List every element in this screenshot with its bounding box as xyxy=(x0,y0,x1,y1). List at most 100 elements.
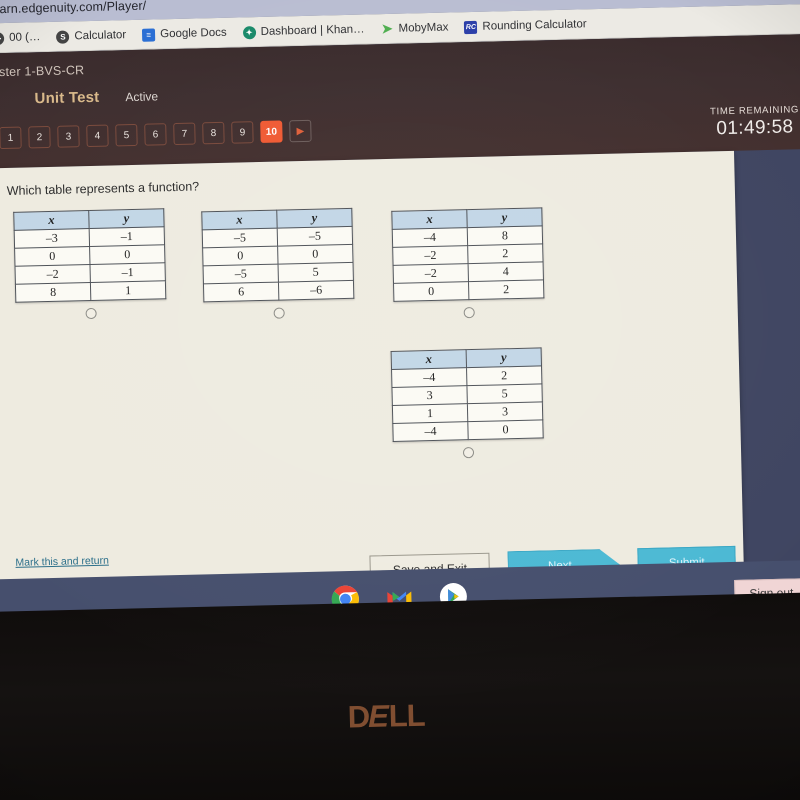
question-button-9[interactable]: 9 xyxy=(231,121,254,144)
cell-x: –5 xyxy=(202,228,278,248)
bookmark-item-google-docs[interactable]: ≡ Google Docs xyxy=(142,26,227,42)
table-row: 0 2 xyxy=(393,279,544,302)
cell-x: 0 xyxy=(202,246,279,266)
rounding-calculator-icon: RC xyxy=(464,20,478,34)
choice-c-table: x y –4 8 –2 2 –2 4 0 2 xyxy=(391,207,545,302)
bookmark-item-calculator[interactable]: S Calculator xyxy=(56,29,126,44)
cell-x: 0 xyxy=(14,246,90,267)
cell-x: –2 xyxy=(393,263,469,284)
question-button-5[interactable]: 5 xyxy=(115,123,138,147)
bookmark-item-mobymax[interactable]: ➤ MobyMax xyxy=(380,21,448,36)
question-button-8[interactable]: 8 xyxy=(202,121,225,145)
column-header-y: y xyxy=(466,347,542,368)
cell-y: 1 xyxy=(90,280,166,301)
question-prompt: Which table represents a function? xyxy=(6,179,200,198)
radio-button-choice-a[interactable] xyxy=(85,307,97,320)
cell-y: 3 xyxy=(467,401,543,422)
cell-x: –4 xyxy=(392,227,468,248)
bookmark-label: Google Docs xyxy=(160,26,227,41)
dell-logo-ll: LL xyxy=(388,697,426,734)
radio-button-choice-b[interactable] xyxy=(273,307,285,319)
bookmark-item-0[interactable]: ⋯ 00 (… xyxy=(0,31,41,45)
bookmark-item-khan[interactable]: ✦ Dashboard | Khan… xyxy=(242,23,365,39)
cell-y: –6 xyxy=(278,280,354,301)
cell-y: 4 xyxy=(468,261,544,282)
cell-x: –4 xyxy=(391,367,467,388)
google-docs-icon: ≡ xyxy=(142,27,156,42)
question-button-10[interactable]: 10 xyxy=(260,120,283,143)
cell-y: 0 xyxy=(89,244,165,265)
choice-a-table: x y –3 –1 0 0 –2 –1 8 1 xyxy=(13,208,167,303)
answer-choices: x y –3 –1 0 0 –2 –1 8 1 x y –5 –5 0 0 –5… xyxy=(5,195,725,459)
choice-d-table: x y –4 2 3 5 1 3 –4 0 xyxy=(390,347,544,442)
answer-choice-b[interactable]: x y –5 –5 0 0 –5 5 6 –6 xyxy=(201,207,355,321)
cell-y: 5 xyxy=(278,262,354,283)
cell-x: 6 xyxy=(203,282,279,302)
bookmark-label: Dashboard | Khan… xyxy=(260,23,365,38)
cell-y: 8 xyxy=(467,225,543,246)
time-remaining-label: TIME REMAINING xyxy=(709,104,800,118)
table-row: –4 0 xyxy=(392,419,544,442)
column-header-x: x xyxy=(201,210,278,230)
url-text: earn.edgenuity.com/Player/ xyxy=(0,0,147,17)
column-header-x: x xyxy=(391,209,468,230)
question-navigator: 1 2 3 4 5 6 7 8 9 10 ▶ xyxy=(0,119,312,150)
cell-y: –1 xyxy=(89,262,166,283)
question-button-7[interactable]: 7 xyxy=(173,122,196,146)
question-button-2[interactable]: 2 xyxy=(28,125,51,149)
time-remaining: TIME REMAINING 01:49:58 xyxy=(710,104,800,140)
cell-y: 2 xyxy=(466,365,542,386)
column-header-y: y xyxy=(88,208,165,229)
tab-unit-test[interactable]: Unit Test xyxy=(34,89,99,108)
column-header-x: x xyxy=(13,210,90,231)
bookmark-label: MobyMax xyxy=(398,21,449,35)
cell-y: –1 xyxy=(89,226,165,247)
cell-x: 3 xyxy=(391,385,468,406)
cell-y: 2 xyxy=(467,243,544,264)
table-row: 6 –6 xyxy=(203,280,354,302)
answer-choice-c[interactable]: x y –4 8 –2 2 –2 4 0 2 xyxy=(391,207,545,320)
bookmark-item-rounding-calculator[interactable]: RC Rounding Calculator xyxy=(464,18,587,34)
khan-academy-icon: ✦ xyxy=(242,25,256,39)
cell-x: –3 xyxy=(14,228,90,249)
cell-x: 8 xyxy=(15,282,91,303)
next-question-arrow-icon[interactable]: ▶ xyxy=(289,119,312,143)
cell-y: –5 xyxy=(277,226,353,247)
laptop-bezel: DELL xyxy=(0,591,800,800)
question-button-6[interactable]: 6 xyxy=(144,123,167,146)
calculator-bookmark-icon: S xyxy=(56,29,70,44)
question-button-3[interactable]: 3 xyxy=(57,125,80,148)
answer-choice-a[interactable]: x y –3 –1 0 0 –2 –1 8 1 xyxy=(13,208,167,321)
column-header-y: y xyxy=(276,208,353,229)
app-header: ester 1-BVS-CR Unit Test Active 1 2 3 4 … xyxy=(0,33,800,170)
cell-x: –4 xyxy=(392,421,469,442)
photo-of-chromebook-screen: earn.edgenuity.com/Player/ ⋯ 00 (… S Cal… xyxy=(0,0,800,800)
question-button-4[interactable]: 4 xyxy=(86,124,109,148)
bookmark-label: Calculator xyxy=(74,29,127,43)
answer-choice-d[interactable]: x y –4 2 3 5 1 3 –4 0 xyxy=(390,347,545,460)
cell-x: –2 xyxy=(15,264,91,285)
cell-y: 0 xyxy=(467,419,544,440)
question-button-1[interactable]: 1 xyxy=(0,126,22,150)
assessment-tabs: Unit Test Active xyxy=(34,87,159,108)
cell-y: 0 xyxy=(277,244,354,265)
question-card: Which table represents a function? x y –… xyxy=(0,150,745,612)
laptop-screen: earn.edgenuity.com/Player/ ⋯ 00 (… S Cal… xyxy=(0,0,800,636)
mobymax-icon: ➤ xyxy=(381,20,393,37)
radio-button-choice-d[interactable] xyxy=(462,447,475,459)
cell-x: –5 xyxy=(203,264,279,284)
time-remaining-value: 01:49:58 xyxy=(716,116,794,140)
cell-x: 0 xyxy=(393,281,469,302)
cell-x: 1 xyxy=(392,403,468,424)
mark-this-and-return-link[interactable]: Mark this and return xyxy=(15,555,109,569)
bookmark-label: 00 (… xyxy=(8,31,41,44)
status-badge-active: Active xyxy=(125,89,159,105)
bookmark-label: Rounding Calculator xyxy=(482,18,587,33)
dell-logo: DELL xyxy=(347,698,425,736)
column-header-x: x xyxy=(391,349,467,370)
cell-y: 5 xyxy=(466,383,543,404)
column-header-y: y xyxy=(466,207,543,228)
edgenuity-player: ester 1-BVS-CR Unit Test Active 1 2 3 4 … xyxy=(0,33,800,636)
cell-x: –2 xyxy=(392,245,469,266)
radio-button-choice-c[interactable] xyxy=(463,306,475,319)
